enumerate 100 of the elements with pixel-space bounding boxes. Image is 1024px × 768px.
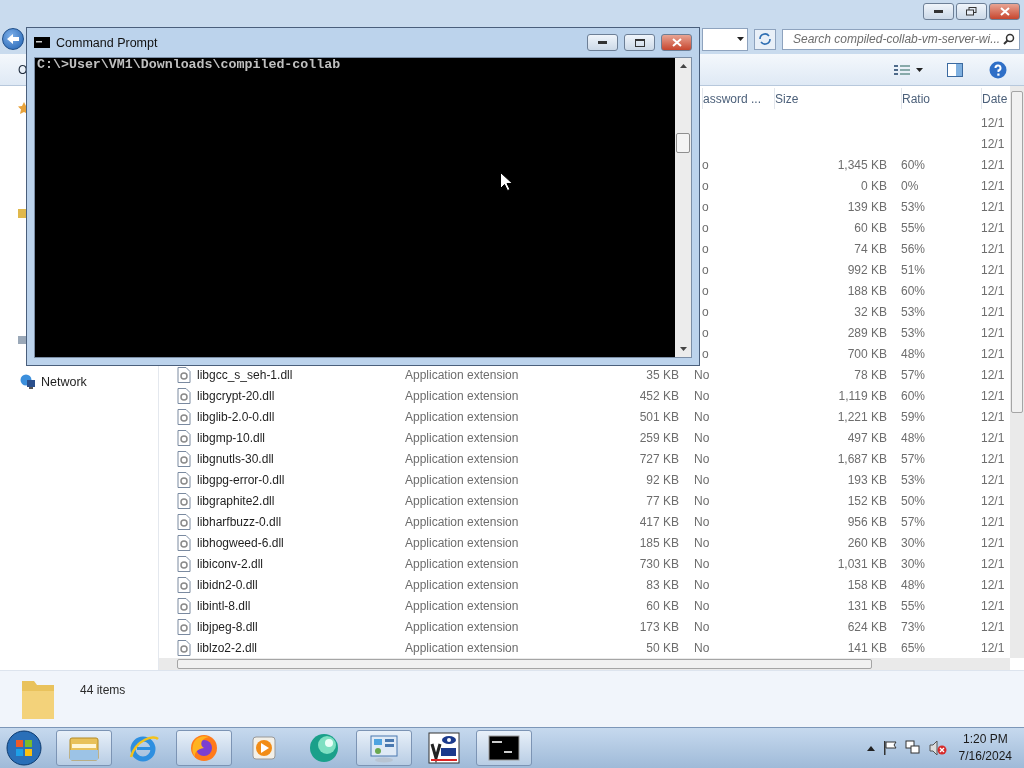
sidebar-item[interactable]: Network [20, 374, 158, 390]
start-button[interactable] [4, 729, 44, 767]
minimize-button[interactable] [923, 3, 954, 20]
file-icon [177, 387, 191, 404]
file-icon [177, 534, 191, 551]
file-icon [177, 513, 191, 530]
table-cell: 12/1 [981, 535, 1005, 550]
table-cell: 12/1 [981, 199, 1005, 214]
address-bar[interactable] [702, 27, 748, 51]
file-name[interactable]: libgraphite2.dll [197, 493, 275, 508]
scrollbar-thumb[interactable] [177, 659, 872, 669]
file-name[interactable]: libglib-2.0-0.dll [197, 409, 275, 424]
file-name[interactable]: libgcc_s_seh-1.dll [197, 367, 293, 382]
table-cell: Application extension [405, 577, 519, 592]
table-cell: 60 KB [854, 220, 887, 235]
taskbar-button[interactable] [476, 730, 532, 766]
minimize-icon [598, 41, 607, 44]
table-cell: 77 KB [646, 493, 679, 508]
restore-icon [966, 7, 977, 16]
table-cell: 12/1 [981, 472, 1005, 487]
table-cell: 173 KB [639, 619, 679, 634]
clock[interactable]: 1:20 PM 7/16/2024 [954, 731, 1016, 765]
table-cell-text: o [701, 325, 709, 340]
minimize-icon [934, 10, 943, 13]
file-name[interactable]: libgmp-10.dll [197, 430, 266, 445]
file-name[interactable]: libhogweed-6.dll [197, 535, 284, 550]
speaker-muted-icon[interactable] [928, 740, 947, 756]
table-cell: 12/1 [981, 325, 1005, 340]
file-icon [177, 408, 191, 425]
table-cell: 78 KB [854, 367, 887, 382]
column-header[interactable]: Size [774, 88, 887, 109]
table-cell: Application extension [405, 388, 519, 403]
file-name[interactable]: libidn2-0.dll [197, 577, 258, 592]
table-cell: 12/1 [981, 451, 1005, 466]
file-name[interactable]: libgpg-error-0.dll [197, 472, 285, 487]
column-header[interactable]: assword ... [702, 88, 774, 109]
help-icon [989, 60, 1008, 79]
table-cell: 57% [901, 451, 926, 466]
table-cell: 624 KB [847, 619, 887, 634]
column-header[interactable]: Date [981, 88, 1009, 109]
table-cell: 12/1 [981, 346, 1005, 361]
table-cell: 727 KB [639, 451, 679, 466]
restore-button[interactable] [956, 3, 987, 20]
table-cell: 0% [901, 178, 919, 193]
file-name[interactable]: libiconv-2.dll [197, 556, 264, 571]
table-cell: 57% [901, 514, 926, 529]
table-cell: 12/1 [981, 157, 1005, 172]
preview-pane-button[interactable] [945, 60, 966, 79]
maximize-icon [634, 38, 645, 47]
file-name[interactable]: libintl-8.dll [197, 598, 251, 613]
file-name[interactable]: libgcrypt-20.dll [197, 388, 275, 403]
file-name[interactable]: libjpeg-8.dll [197, 619, 258, 634]
table-cell: 1,687 KB [837, 451, 887, 466]
refresh-icon [758, 33, 772, 45]
table-cell: 65% [901, 640, 926, 655]
table-cell: 30% [901, 556, 926, 571]
network-status-icon[interactable] [904, 740, 921, 756]
table-cell: 12/1 [981, 577, 1005, 592]
table-cell: 152 KB [847, 493, 887, 508]
folder-icon [68, 734, 100, 762]
vertical-scrollbar[interactable] [675, 58, 691, 357]
table-cell: Application extension [405, 367, 519, 382]
table-cell-text: o [701, 220, 709, 235]
close-button[interactable] [989, 3, 1020, 20]
vertical-scrollbar[interactable] [1010, 86, 1024, 658]
table-cell: 55% [901, 598, 926, 613]
table-cell-text: o [701, 199, 709, 214]
close-button[interactable] [661, 34, 692, 51]
media-player-icon [250, 734, 278, 762]
window-title: Command Prompt [56, 35, 159, 50]
table-cell: No [694, 388, 710, 403]
back-button[interactable] [2, 28, 24, 50]
back-arrow-icon [7, 34, 19, 44]
table-cell: 497 KB [847, 430, 887, 445]
horizontal-scrollbar[interactable] [159, 658, 1010, 670]
search-field[interactable]: Search compiled-collab-vm-server-wi... [782, 28, 1020, 50]
table-cell: 12/1 [981, 493, 1005, 508]
table-cell: 55% [901, 220, 926, 235]
table-cell: No [694, 619, 710, 634]
network-icon [20, 374, 36, 390]
table-cell: No [694, 430, 710, 445]
scrollbar-thumb[interactable] [676, 132, 690, 153]
show-hidden-icons-button[interactable] [866, 745, 875, 751]
table-cell: 12/1 [981, 367, 1005, 382]
maximize-button[interactable] [624, 34, 655, 51]
file-name[interactable]: libharfbuzz-0.dll [197, 514, 282, 529]
firefox-icon [189, 733, 219, 763]
file-name[interactable]: liblzo2-2.dll [197, 640, 258, 655]
table-cell: 53% [901, 325, 926, 340]
scrollbar-thumb[interactable] [1011, 91, 1023, 413]
flag-icon[interactable] [882, 741, 897, 755]
table-cell: 56% [901, 241, 926, 256]
table-cell: 60% [901, 388, 926, 403]
table-cell: 12/1 [981, 283, 1005, 298]
column-header[interactable]: Ratio [901, 88, 974, 109]
minimize-button[interactable] [587, 34, 618, 51]
file-icon [177, 492, 191, 509]
refresh-button[interactable] [754, 28, 776, 50]
table-cell: 74 KB [854, 241, 887, 256]
file-name[interactable]: libgnutls-30.dll [197, 451, 274, 466]
